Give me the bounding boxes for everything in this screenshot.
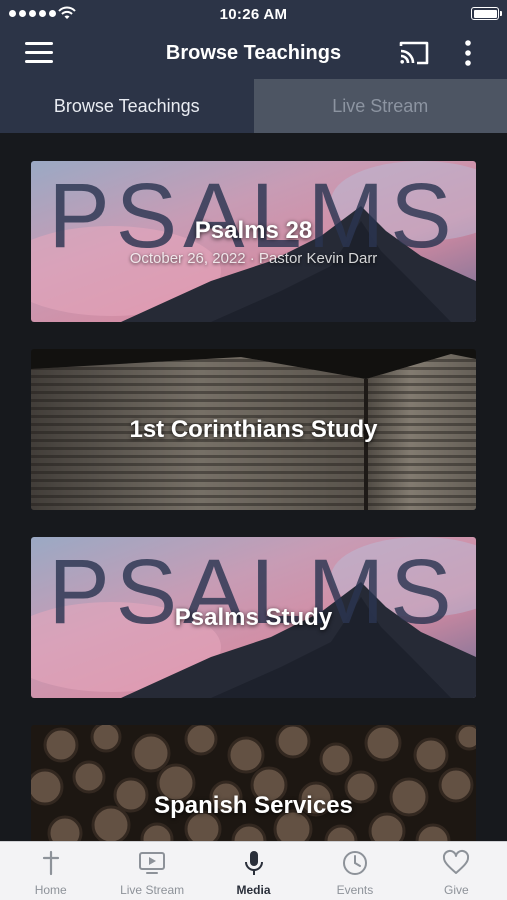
cross-icon	[42, 850, 59, 876]
tab-events[interactable]: Events	[304, 842, 405, 900]
tab-media[interactable]: Media	[203, 842, 304, 900]
teaching-tabs: Browse Teachings Live Stream	[0, 79, 507, 133]
status-time: 10:26 AM	[219, 6, 288, 23]
card-overlay: 1st Corinthians Study	[31, 349, 476, 510]
tab-label: Live Stream	[120, 883, 185, 897]
tab-label: Events	[336, 883, 374, 897]
nav-bar: Browse Teachings	[0, 28, 507, 79]
heart-icon	[443, 849, 470, 874]
microphone-icon	[244, 851, 263, 875]
tab-live-stream-nav[interactable]: Live Stream	[101, 842, 202, 900]
page-title: Browse Teachings	[165, 42, 342, 64]
tab-browse-teachings[interactable]: Browse Teachings	[0, 79, 254, 133]
teaching-card-spanish-services[interactable]: Spanish Services	[31, 725, 476, 841]
battery-icon	[471, 7, 502, 20]
card-overlay: Spanish Services	[31, 725, 476, 841]
teaching-card-1st-corinthians[interactable]: 1st Corinthians Study	[31, 349, 476, 510]
teaching-card-psalms-28[interactable]: PSALMS Psalms 28 October 26, 2022 · Past…	[31, 161, 476, 322]
card-title: 1st Corinthians Study	[129, 415, 378, 443]
tv-play-icon	[139, 852, 166, 874]
tab-label: Media	[236, 883, 271, 897]
cast-icon[interactable]	[398, 39, 430, 67]
status-bar: 10:26 AM	[0, 0, 507, 28]
card-title: Spanish Services	[154, 791, 353, 819]
tab-home[interactable]: Home	[0, 842, 101, 900]
tab-label: Give	[443, 883, 469, 897]
tab-give[interactable]: Give	[406, 842, 507, 900]
teaching-card-psalms-study[interactable]: PSALMS Psalms Study	[31, 537, 476, 698]
more-vertical-icon[interactable]	[458, 38, 478, 68]
clock-icon	[342, 851, 367, 875]
card-subtitle: October 26, 2022 · Pastor Kevin Darr	[129, 249, 378, 267]
bottom-tab-bar: Home Live Stream Media Events Give	[0, 841, 507, 900]
tab-live-stream[interactable]: Live Stream	[253, 79, 507, 133]
card-overlay: Psalms Study	[31, 537, 476, 698]
card-title: Psalms Study	[174, 603, 333, 631]
card-title: Psalms 28	[194, 216, 313, 244]
teachings-list[interactable]: PSALMS Psalms 28 October 26, 2022 · Past…	[0, 133, 507, 841]
tab-label: Home	[34, 883, 67, 897]
card-overlay: Psalms 28 October 26, 2022 · Pastor Kevi…	[31, 161, 476, 322]
